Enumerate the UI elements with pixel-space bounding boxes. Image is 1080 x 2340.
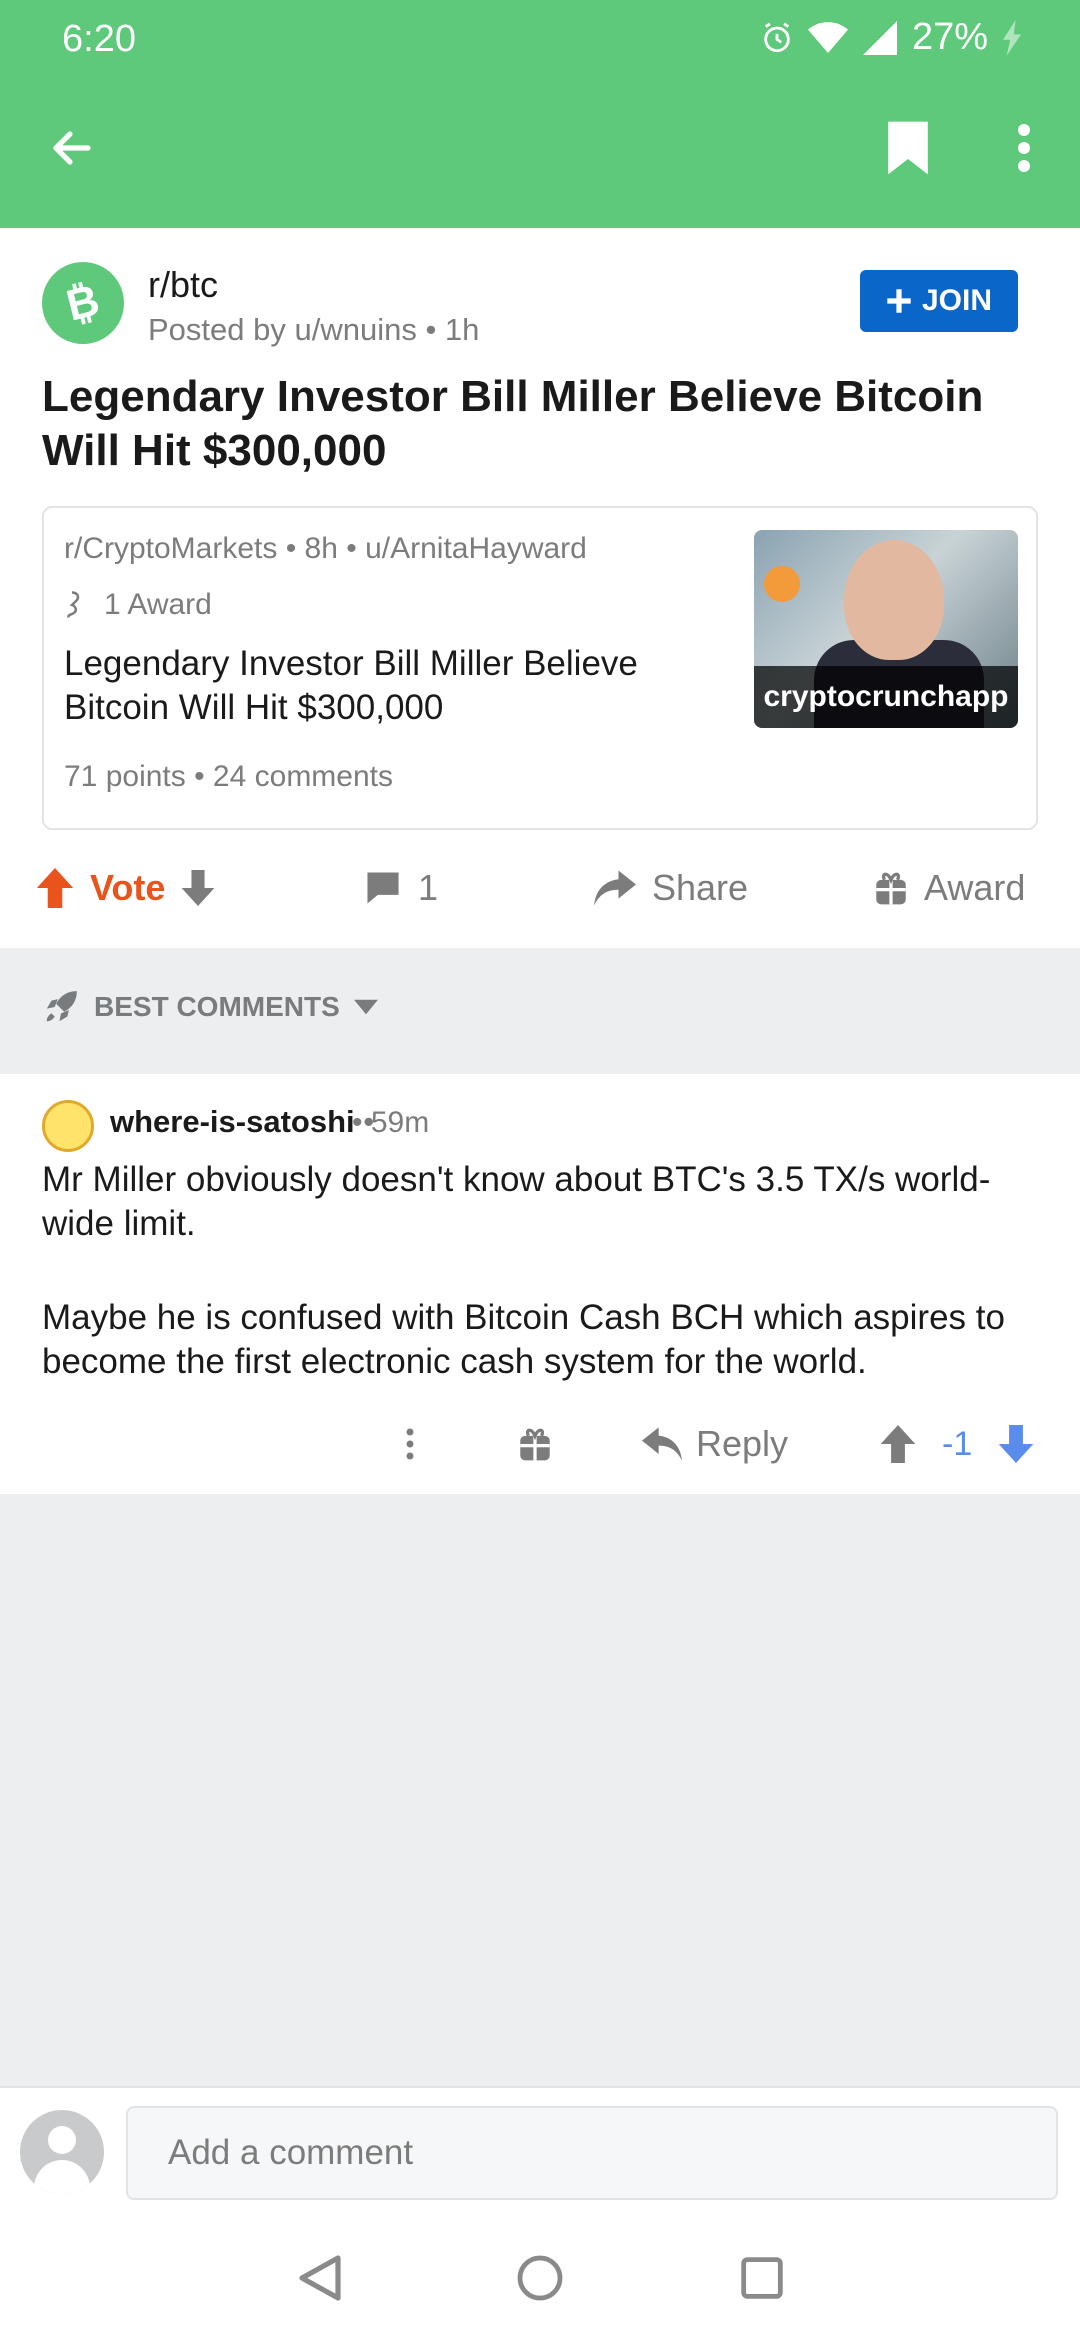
thumbnail-person-face xyxy=(844,540,944,660)
share-button[interactable]: Share xyxy=(594,848,748,928)
more-vertical-icon xyxy=(406,1428,414,1460)
thumbnail-caption: cryptocrunchapp xyxy=(754,666,1018,728)
charging-icon xyxy=(1003,19,1021,56)
share-label: Share xyxy=(652,867,749,908)
comment-author[interactable]: where-is-satoshi • xyxy=(110,1104,374,1140)
app-header: 6:20 27% xyxy=(0,0,1080,228)
upvote-icon[interactable] xyxy=(880,1425,916,1463)
comment-sort-bar: BEST COMMENTS xyxy=(0,948,1080,1074)
comment-action-bar: Reply -1 xyxy=(0,1404,1080,1484)
user-avatar-body xyxy=(34,2160,90,2194)
arrow-left-icon xyxy=(53,131,91,165)
award-button[interactable]: Award xyxy=(874,848,1025,928)
subreddit-avatar[interactable]: B xyxy=(42,262,124,344)
wifi-icon xyxy=(807,21,848,53)
comment-author-avatar[interactable] xyxy=(42,1100,94,1152)
crosspost-meta: r/CryptoMarkets • 8h • u/ArnitaHayward xyxy=(64,532,587,565)
comment-author-name: where-is-satoshi xyxy=(110,1104,355,1139)
comment-score: -1 xyxy=(942,1424,973,1463)
bookmark-button[interactable] xyxy=(872,112,944,184)
gift-icon xyxy=(876,872,906,905)
comment-time: • 59m xyxy=(352,1106,430,1139)
award-badge: 1 Award xyxy=(64,588,212,622)
comment-icon xyxy=(367,872,399,904)
plus-icon xyxy=(887,289,911,313)
share-icon xyxy=(594,870,636,906)
award-count: 1 Award xyxy=(104,588,212,621)
user-avatar-head xyxy=(48,2126,76,2154)
subreddit-name[interactable]: r/btc xyxy=(148,264,218,306)
signal-icon xyxy=(862,20,897,55)
nav-home-button[interactable] xyxy=(512,2250,568,2306)
comment: where-is-satoshi • • 59m Mr Miller obvio… xyxy=(0,1074,1080,1494)
post-author-line: Posted by u/wnuins • 1h xyxy=(148,312,480,347)
status-bar: 6:20 27% xyxy=(0,0,1080,80)
join-label: JOIN xyxy=(921,284,993,317)
downvote-icon[interactable] xyxy=(181,870,215,906)
sort-selector[interactable]: BEST COMMENTS xyxy=(42,988,378,1026)
alarm-icon xyxy=(764,22,790,52)
status-time: 6:20 xyxy=(62,18,136,60)
vote-group: Vote xyxy=(36,848,215,928)
comment-vote-group: -1 xyxy=(880,1404,1034,1484)
nav-recents-button[interactable] xyxy=(734,2250,790,2306)
user-avatar[interactable] xyxy=(20,2110,104,2194)
award-label: Award xyxy=(924,867,1026,908)
crosspost-title: Legendary Investor Bill Miller Believe B… xyxy=(64,644,638,727)
comments-button[interactable]: 1 xyxy=(364,848,438,928)
thumbnail-coin xyxy=(764,566,800,602)
nav-back-button[interactable] xyxy=(292,2250,348,2306)
crosspost-card[interactable]: r/CryptoMarkets • 8h • u/ArnitaHayward 1… xyxy=(42,506,1038,830)
square-recents-icon xyxy=(741,2257,783,2299)
reply-icon xyxy=(642,1427,682,1461)
battery-percent: 27% xyxy=(911,16,988,58)
reply-label: Reply xyxy=(696,1423,789,1464)
rocket-icon xyxy=(46,991,77,1022)
post-card: B r/btc Posted by u/wnuins • 1h JOIN Leg… xyxy=(0,228,1080,948)
vote-label: Vote xyxy=(90,867,166,908)
comment-more-button[interactable] xyxy=(396,1404,424,1484)
upvote-icon[interactable] xyxy=(36,868,74,908)
comment-composer xyxy=(0,2086,1080,2212)
comment-body: Mr Miller obviously doesn't know about B… xyxy=(42,1158,1052,1384)
back-button[interactable] xyxy=(36,112,108,184)
award-icon xyxy=(67,591,80,618)
bitcoin-cash-icon: B xyxy=(62,278,105,328)
comment-award-button[interactable] xyxy=(518,1404,552,1484)
comment-paragraph: Maybe he is confused with Bitcoin Cash B… xyxy=(42,1298,1005,1381)
more-options-button[interactable] xyxy=(988,112,1060,184)
gift-icon xyxy=(520,1428,550,1461)
add-comment-input[interactable] xyxy=(126,2106,1058,2200)
comment-paragraph: Mr Miller obviously doesn't know about B… xyxy=(42,1160,991,1243)
reply-button[interactable]: Reply xyxy=(642,1404,788,1484)
post-title: Legendary Investor Bill Miller Believe B… xyxy=(42,372,984,475)
post-action-bar: Vote 1 Share Award xyxy=(0,848,1080,928)
bookmark-icon xyxy=(888,121,928,175)
more-vertical-icon xyxy=(1018,124,1030,172)
system-nav-bar xyxy=(0,2212,1080,2340)
downvote-icon[interactable] xyxy=(998,1425,1034,1463)
join-button[interactable]: JOIN xyxy=(860,270,1018,332)
link-thumbnail[interactable]: cryptocrunchapp xyxy=(754,530,1018,728)
sort-label: BEST COMMENTS xyxy=(94,991,340,1022)
triangle-back-icon xyxy=(299,2255,341,2301)
circle-home-icon xyxy=(517,2255,563,2301)
crosspost-stats: 71 points • 24 comments xyxy=(64,760,394,793)
chevron-down-icon xyxy=(353,999,378,1015)
comment-count: 1 xyxy=(418,867,439,908)
status-icons: 27% xyxy=(760,16,1022,59)
